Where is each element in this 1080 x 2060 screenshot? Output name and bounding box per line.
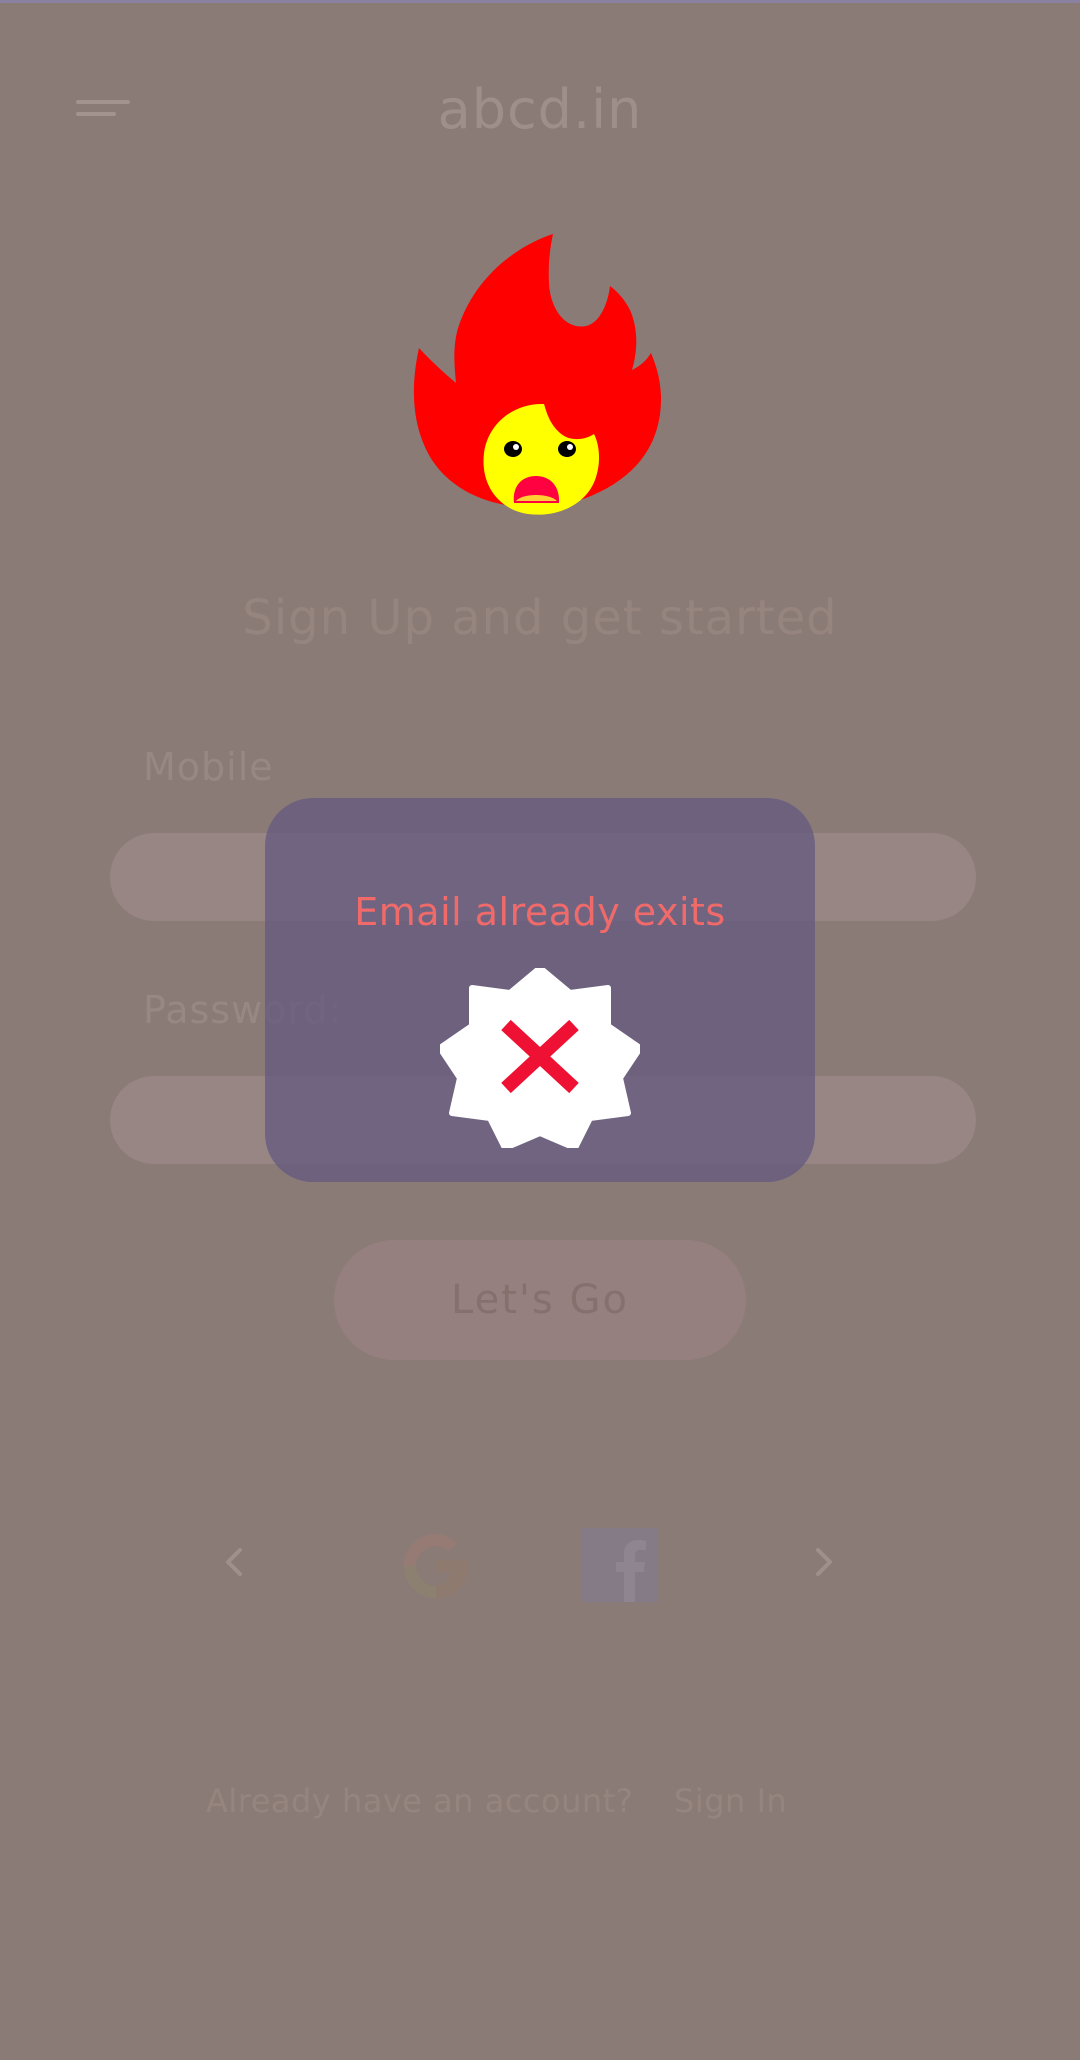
error-message: Email already exits (354, 890, 726, 934)
fire-mascot-icon (413, 234, 662, 515)
mobile-label: Mobile (143, 745, 274, 789)
signup-screen: abcd.in Sign Up and get started Mobile P… (0, 0, 1080, 2060)
error-dialog: Email already exits (265, 798, 815, 1182)
chevron-right-icon[interactable] (804, 1540, 844, 1584)
lets-go-button[interactable]: Let's Go (334, 1240, 746, 1360)
sign-in-link[interactable]: Sign In (674, 1782, 787, 1820)
signup-heading: Sign Up and get started (242, 590, 838, 646)
already-have-account-text: Already have an account? (206, 1782, 634, 1820)
facebook-icon[interactable] (582, 1528, 658, 1602)
google-icon[interactable] (398, 1528, 474, 1604)
status-strip (0, 0, 1080, 3)
app-title: abcd.in (437, 78, 643, 141)
chevron-left-icon[interactable] (214, 1540, 254, 1584)
facebook-glyph (616, 1540, 646, 1602)
error-badge-icon (440, 968, 640, 1148)
